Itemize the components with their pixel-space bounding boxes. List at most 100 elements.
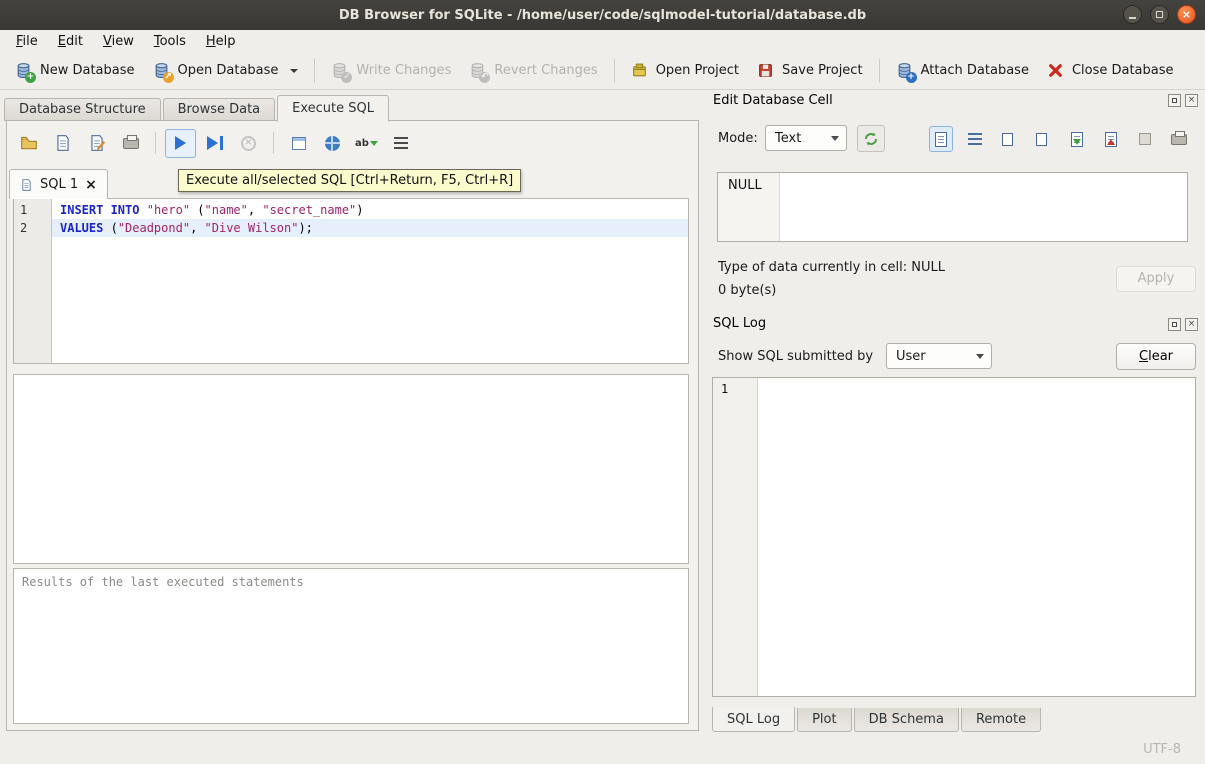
menu-help[interactable]: Help	[196, 32, 246, 51]
execute-sql-button[interactable]	[165, 129, 196, 158]
new-database-button[interactable]: + New Database	[6, 57, 144, 84]
revert-changes-button[interactable]: ↶ Revert Changes	[460, 57, 606, 84]
auto-switch-mode-icon	[863, 131, 879, 147]
open-sql-file-button[interactable]	[13, 129, 44, 158]
write-changes-label: Write Changes	[356, 63, 451, 78]
export-file-button[interactable]	[1099, 126, 1123, 152]
auto-switch-mode-button[interactable]	[857, 125, 885, 152]
menu-edit[interactable]: Edit	[48, 32, 93, 51]
close-window-button[interactable]: ×	[1177, 5, 1196, 24]
window-title: DB Browser for SQLite - /home/user/code/…	[339, 8, 866, 23]
sql-editor-gutter: 12	[14, 199, 52, 363]
import-file-button[interactable]	[1065, 126, 1089, 152]
write-changes-button[interactable]: ✓ Write Changes	[322, 57, 460, 84]
toolbar-separator	[314, 59, 315, 83]
autocomplete-icon: ab	[355, 138, 369, 149]
mode-select[interactable]: Text	[765, 125, 847, 151]
apply-button[interactable]: Apply	[1116, 266, 1196, 292]
sql-code-editor[interactable]: 12 INSERT INTO "hero" ("name", "secret_n…	[13, 198, 689, 364]
sql-tab-bar: SQL 1 ×	[9, 168, 108, 199]
execute-current-line-button[interactable]	[199, 129, 230, 158]
sql-editor-code[interactable]: INSERT INTO "hero" ("name", "secret_name…	[52, 199, 688, 363]
clear-log-button[interactable]: Clear	[1116, 343, 1196, 370]
execute-sql-tooltip: Execute all/selected SQL [Ctrl+Return, F…	[178, 169, 521, 192]
menu-view[interactable]: View	[93, 32, 144, 51]
log-filter-select[interactable]: User	[886, 343, 992, 369]
open-database-dropdown-icon[interactable]	[290, 69, 298, 73]
mode-label: Mode:	[718, 131, 758, 146]
text-document-button[interactable]	[929, 126, 953, 152]
word-wrap-button[interactable]	[963, 126, 987, 152]
edit-cell-toolbar	[929, 126, 1191, 152]
cell-type-info: Type of data currently in cell: NULL	[718, 260, 945, 275]
edit-cell-dock-controls: ×	[1168, 94, 1198, 107]
close-database-icon	[1047, 62, 1064, 79]
autocomplete-button[interactable]: ab	[351, 129, 382, 158]
close-tab-icon[interactable]: ×	[85, 178, 97, 192]
text-document-icon	[935, 132, 947, 147]
stop-icon: ×	[241, 136, 256, 151]
tab-execute-sql[interactable]: Execute SQL	[277, 95, 389, 122]
open-project-label: Open Project	[656, 63, 739, 78]
line-number: 2	[14, 219, 51, 237]
new-database-label: New Database	[40, 63, 135, 78]
export-csv-icon	[292, 137, 306, 150]
copy-button[interactable]	[997, 126, 1021, 152]
toolbar-separator	[614, 59, 615, 83]
line-number: 1	[14, 201, 51, 219]
sql-log-area[interactable]: 1	[712, 377, 1196, 697]
close-database-button[interactable]: Close Database	[1038, 57, 1183, 84]
print-cell-button[interactable]	[1167, 126, 1191, 152]
format-sql-button[interactable]	[385, 129, 416, 158]
paste-button[interactable]	[1031, 126, 1055, 152]
results-placeholder-text: Results of the last executed statements	[22, 575, 304, 589]
sql-document-tab[interactable]: SQL 1 ×	[9, 169, 108, 199]
code-line[interactable]: INSERT INTO "hero" ("name", "secret_name…	[52, 201, 688, 219]
attach-database-button[interactable]: + Attach Database	[887, 57, 1038, 84]
minimize-button[interactable]	[1123, 5, 1142, 24]
main-tab-bar: Database Structure Browse Data Execute S…	[4, 94, 391, 121]
encoding-indicator[interactable]: UTF-8	[1143, 742, 1181, 757]
tab-database-structure[interactable]: Database Structure	[4, 98, 161, 121]
globe-icon	[325, 136, 340, 151]
save-sql-as-icon	[88, 134, 106, 152]
code-line[interactable]: VALUES ("Deadpond", "Dive Wilson");	[52, 219, 688, 237]
open-database-button[interactable]: ↗ Open Database	[144, 57, 308, 84]
tab-sql-log[interactable]: SQL Log	[712, 707, 795, 732]
close-dock-icon[interactable]: ×	[1185, 318, 1198, 331]
save-project-label: Save Project	[782, 63, 863, 78]
tab-plot[interactable]: Plot	[797, 708, 852, 732]
set-null-button[interactable]	[1133, 126, 1157, 152]
export-csv-button[interactable]	[283, 129, 314, 158]
save-sql-file-button[interactable]	[47, 129, 78, 158]
open-project-button[interactable]: Open Project	[622, 57, 748, 84]
stop-execution-button[interactable]: ×	[233, 129, 264, 158]
print-sql-button[interactable]	[115, 129, 146, 158]
undock-icon[interactable]	[1168, 94, 1181, 107]
save-project-button[interactable]: Save Project	[748, 57, 872, 84]
log-filter-value: User	[896, 349, 926, 364]
bottom-tab-bar: SQL Log Plot DB Schema Remote	[712, 708, 1043, 733]
menu-file[interactable]: File	[6, 32, 48, 51]
tab-browse-data[interactable]: Browse Data	[163, 98, 276, 121]
cell-value-editor[interactable]: NULL	[717, 172, 1188, 242]
write-changes-icon: ✓	[331, 62, 348, 79]
chevron-down-icon	[976, 354, 984, 359]
save-project-icon	[757, 62, 774, 79]
results-grid[interactable]	[13, 374, 689, 564]
cell-size-info: 0 byte(s)	[718, 283, 776, 298]
open-database-label: Open Database	[178, 63, 279, 78]
undock-icon[interactable]	[1168, 318, 1181, 331]
maximize-button[interactable]	[1150, 5, 1169, 24]
mode-value: Text	[775, 131, 801, 146]
save-sql-as-button[interactable]	[81, 129, 112, 158]
attach-database-icon: +	[896, 62, 913, 79]
execute-line-icon	[207, 136, 218, 150]
tab-remote[interactable]: Remote	[961, 708, 1041, 732]
titlebar: DB Browser for SQLite - /home/user/code/…	[0, 0, 1205, 30]
tab-db-schema[interactable]: DB Schema	[854, 708, 959, 732]
globe-button[interactable]	[317, 129, 348, 158]
sql-tab-label: SQL 1	[40, 177, 78, 192]
close-dock-icon[interactable]: ×	[1185, 94, 1198, 107]
menu-tools[interactable]: Tools	[144, 32, 196, 51]
